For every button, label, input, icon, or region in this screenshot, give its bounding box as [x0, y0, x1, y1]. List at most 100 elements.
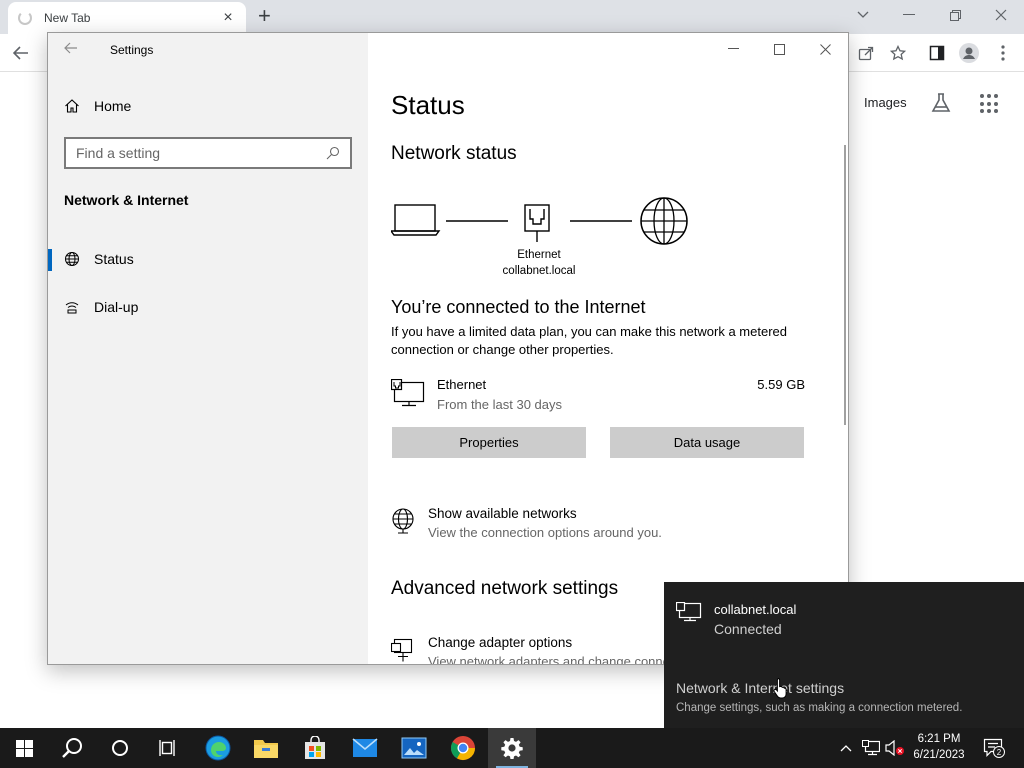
more-vertical-icon [1001, 45, 1005, 61]
clock-date: 6/21/2023 [913, 749, 965, 761]
browser-back-button[interactable] [10, 42, 32, 64]
hand-pointer-icon [773, 678, 787, 699]
advanced-network-settings-heading: Advanced network settings [391, 578, 619, 599]
settings-minimize-button[interactable] [710, 37, 756, 61]
show-available-networks-link[interactable]: Show available networks View the connect… [391, 506, 811, 546]
data-usage-button[interactable]: Data usage [610, 427, 804, 458]
edge-browser-icon [205, 735, 231, 761]
taskbar-mail[interactable] [341, 728, 389, 768]
taskbar-settings[interactable] [488, 728, 536, 768]
network-flyout: collabnet.local Connected Network & Inte… [664, 582, 1024, 728]
sidebar-item-home[interactable]: Home [64, 95, 131, 117]
labs-flask-icon[interactable] [930, 92, 952, 114]
star-icon [890, 45, 906, 61]
sidebar-item-dial-up[interactable]: Dial-up [48, 289, 368, 325]
sidebar-item-label: Status [94, 251, 134, 267]
flyout-network-name[interactable]: collabnet.local [714, 602, 796, 617]
sidebar-item-label: Home [94, 98, 132, 114]
usage-adapter-name: Ethernet [437, 377, 487, 392]
cortana-circle-icon [112, 740, 128, 756]
google-apps-icon[interactable] [980, 94, 1000, 114]
laptop-icon [391, 204, 441, 236]
tab-search-button[interactable] [840, 0, 886, 30]
search-icon[interactable] [326, 146, 340, 160]
browser-close-button[interactable] [978, 0, 1024, 30]
taskbar-file-explorer[interactable] [242, 728, 290, 768]
network-status-heading: Network status [391, 143, 517, 164]
settings-close-button[interactable] [802, 37, 848, 61]
dialup-icon [65, 302, 79, 314]
notification-icon: 2 [983, 738, 1005, 758]
search-input[interactable] [76, 145, 326, 161]
taskbar: 6:21 PM 6/21/2023 2 [0, 728, 1024, 768]
side-panel-button[interactable] [926, 42, 948, 64]
close-icon [995, 9, 1007, 21]
ethernet-usage-row: Ethernet From the last 30 days 5.59 GB [391, 375, 805, 415]
content-scrollbar[interactable] [844, 145, 846, 425]
volume-muted-icon [885, 740, 904, 756]
taskbar-store[interactable] [291, 728, 339, 768]
bookmark-button[interactable] [887, 42, 909, 64]
minimize-icon [903, 14, 915, 15]
usage-amount: 5.59 GB [757, 377, 805, 392]
sidebar-item-label: Dial-up [94, 299, 139, 315]
images-link[interactable]: Images [864, 95, 907, 110]
network-diagram [391, 197, 688, 245]
loading-spinner-icon [18, 11, 32, 25]
sidebar-item-status[interactable]: Status [48, 241, 368, 277]
globe-icon [65, 252, 79, 266]
cortana-button[interactable] [96, 728, 144, 768]
globe-icon [640, 197, 688, 245]
ethernet-pc-icon [676, 602, 702, 622]
ethernet-port-icon [524, 204, 550, 242]
profile-button[interactable] [958, 42, 980, 64]
diagram-adapter-label: Ethernet collabnet.local [489, 247, 589, 279]
taskbar-edge[interactable] [194, 728, 242, 768]
task-view-button[interactable] [144, 728, 192, 768]
taskbar-photos[interactable] [390, 728, 438, 768]
clock-time: 6:21 PM [917, 733, 961, 745]
browser-restore-button[interactable] [932, 0, 978, 30]
settings-sidebar: Settings Home Network & Internet Status … [48, 33, 368, 664]
close-icon [819, 43, 831, 55]
browser-tab[interactable]: New Tab × [8, 2, 246, 34]
link-title: Show available networks [428, 506, 577, 521]
tray-network-button[interactable] [860, 738, 882, 758]
tray-volume-button[interactable] [884, 738, 906, 758]
network-pc-icon [862, 740, 880, 756]
photos-icon [401, 737, 427, 759]
taskbar-search-button[interactable] [48, 728, 96, 768]
browser-menu-button[interactable] [992, 42, 1014, 64]
sidebar-section-heading: Network & Internet [64, 192, 189, 208]
settings-app-title: Settings [110, 43, 154, 57]
network-name: collabnet.local [502, 265, 576, 277]
new-tab-button[interactable]: + [258, 4, 271, 28]
restore-icon [949, 9, 961, 21]
share-icon [858, 46, 874, 61]
settings-maximize-button[interactable] [756, 37, 802, 61]
arrow-left-icon [13, 46, 28, 60]
usage-period: From the last 30 days [437, 397, 562, 412]
tab-title: New Tab [44, 11, 91, 25]
chrome-browser-icon [450, 736, 475, 761]
show-hidden-icons-button[interactable] [838, 738, 854, 758]
find-setting-search[interactable] [64, 137, 352, 169]
settings-content: Status Network status Ethernet collabnet… [368, 33, 848, 664]
taskbar-chrome[interactable] [439, 728, 487, 768]
action-center-button[interactable]: 2 [982, 738, 1006, 758]
connected-heading: You’re connected to the Internet [391, 297, 646, 317]
network-globe-icon [392, 508, 414, 534]
tab-close-button[interactable]: × [220, 9, 236, 27]
settings-back-button[interactable] [64, 41, 78, 58]
browser-minimize-button[interactable] [886, 0, 932, 30]
start-button[interactable] [0, 728, 48, 768]
taskbar-clock[interactable]: 6:21 PM 6/21/2023 [905, 731, 973, 763]
properties-button[interactable]: Properties [392, 427, 586, 458]
adapter-monitor-icon [391, 638, 413, 662]
share-button[interactable] [855, 42, 877, 64]
avatar-icon [959, 43, 979, 63]
network-internet-settings-link[interactable]: Network & Internet settings [676, 680, 844, 696]
maximize-icon [773, 43, 785, 55]
link-title: Change adapter options [428, 635, 573, 650]
folder-icon [254, 740, 278, 758]
